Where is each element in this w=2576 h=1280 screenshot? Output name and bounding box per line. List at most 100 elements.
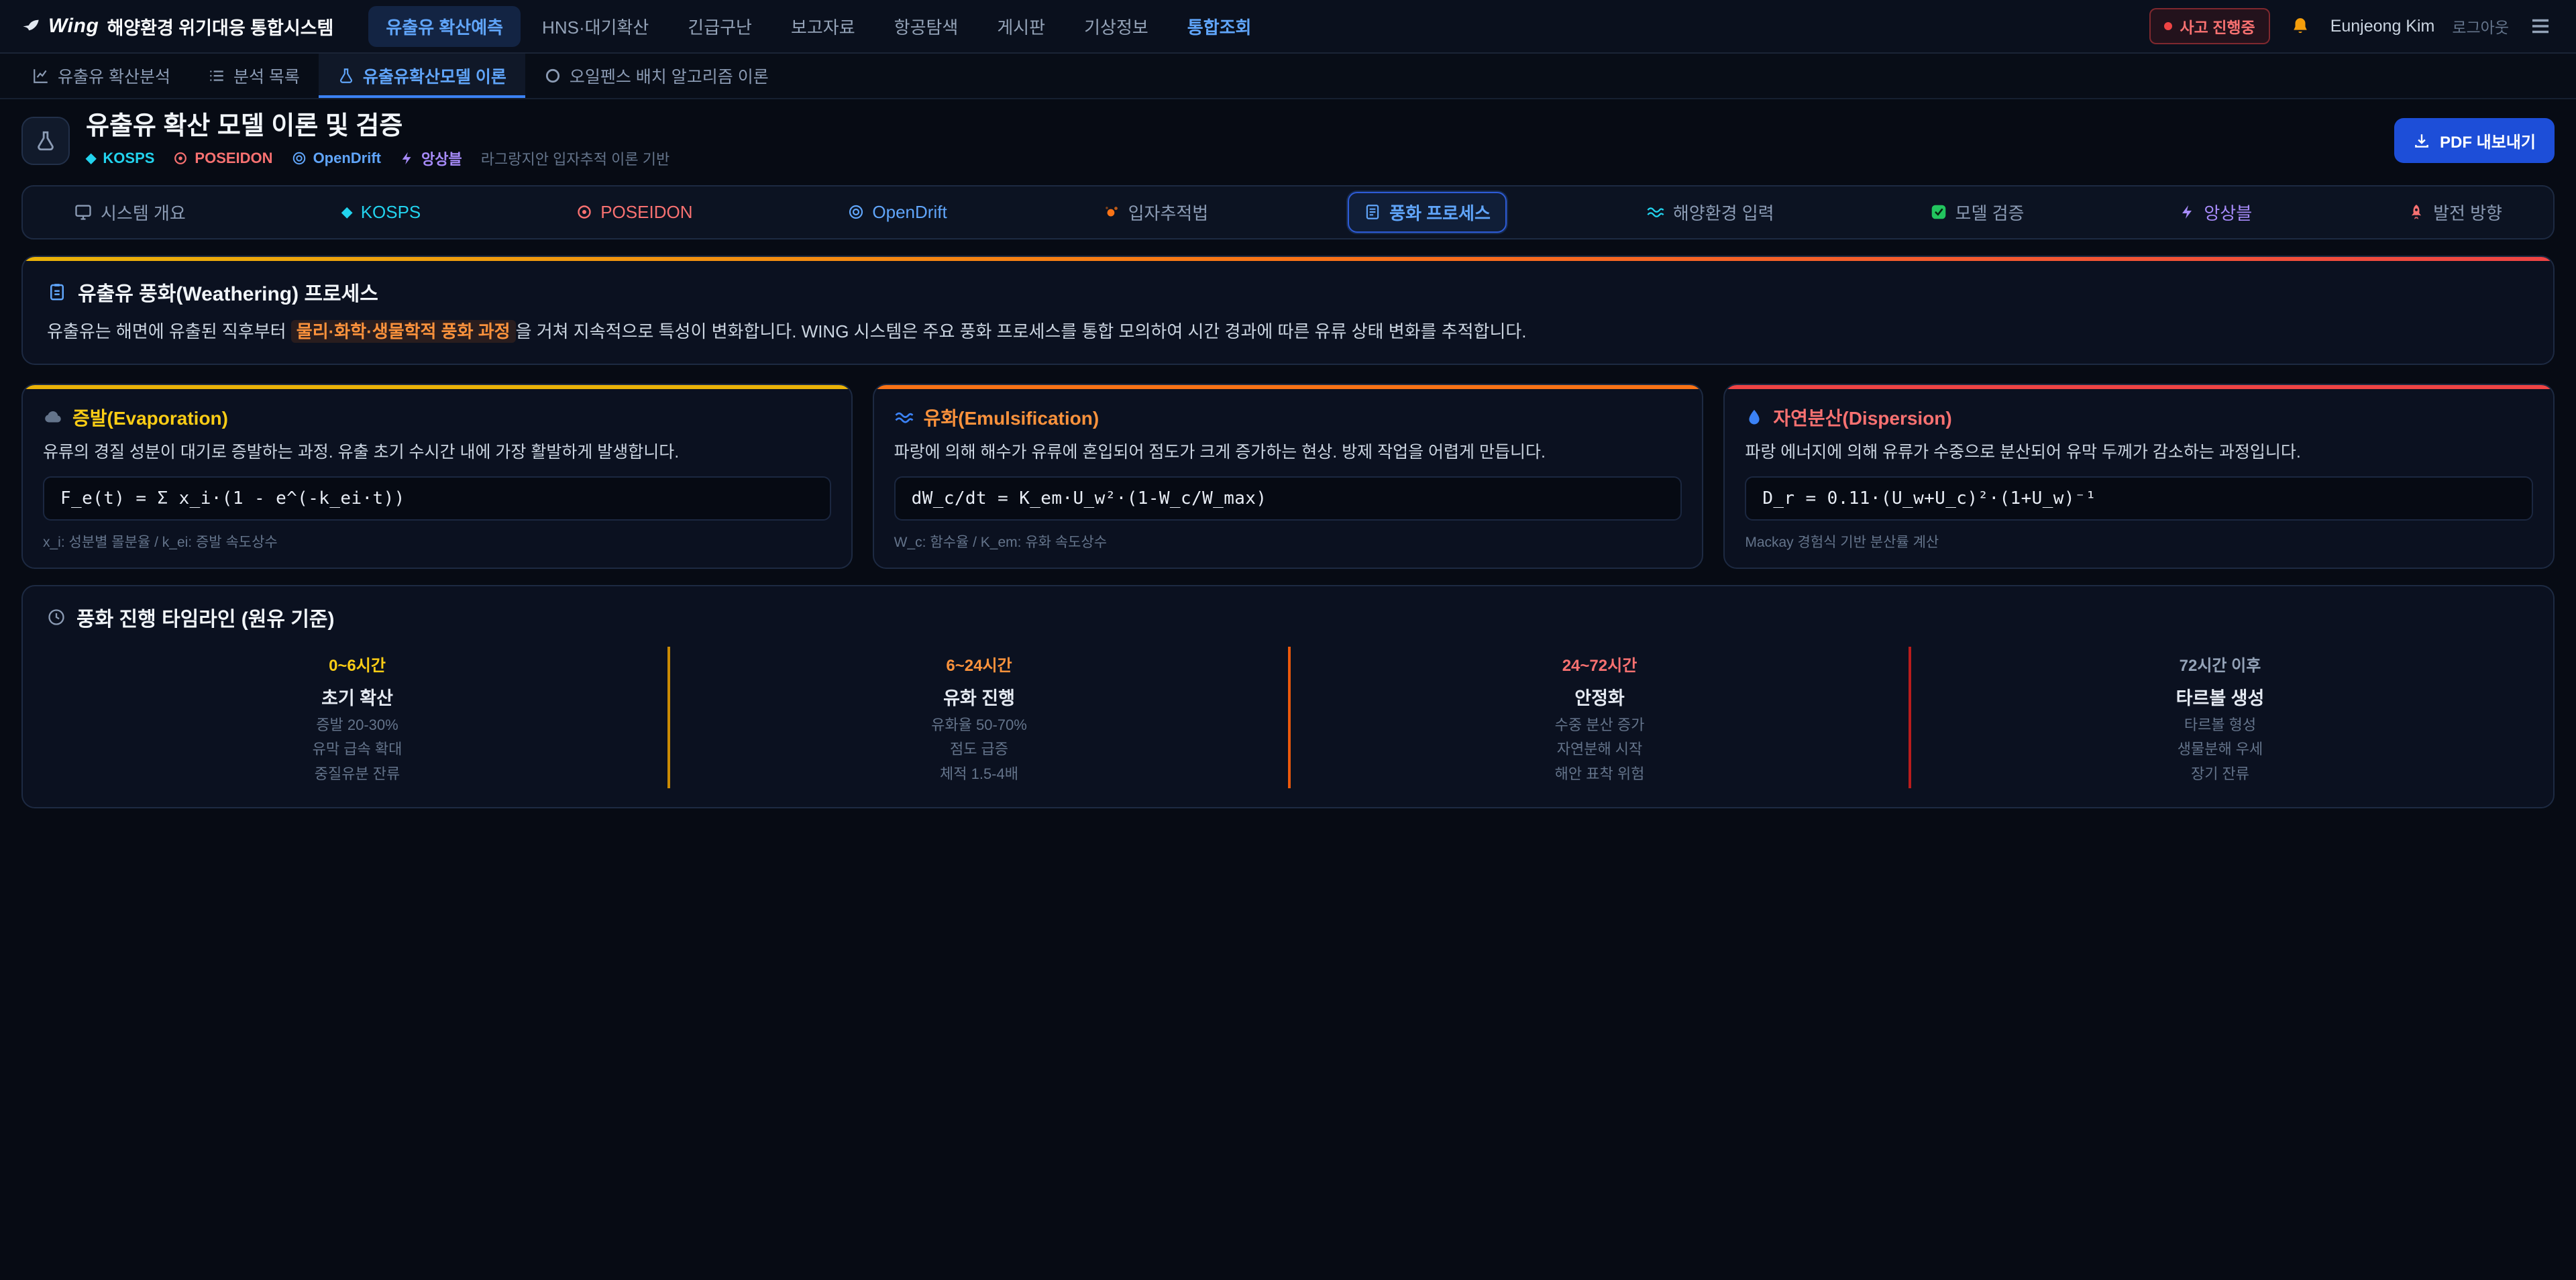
- badge-opendrift: OpenDrift: [292, 150, 381, 167]
- section-tab-model-validation[interactable]: 모델 검증: [1914, 192, 2041, 233]
- pdf-button-label: PDF 내보내기: [2440, 129, 2536, 152]
- incident-status-label: 사고 진행중: [2180, 15, 2255, 38]
- app-logo[interactable]: Wing 해양환경 위기대응 통합시스템: [21, 13, 333, 40]
- nav-item-aerial-search[interactable]: 항공탐색: [877, 6, 976, 47]
- evaporation-formula: F_e(t) = Σ x_i·(1 - e^(-k_ei·t)): [43, 476, 831, 521]
- formula-caption: W_c: 함수율 / K_em: 유화 속도상수: [894, 531, 1682, 551]
- tab-label: 유출유확산모델 이론: [363, 64, 506, 88]
- section-tab-label: OpenDrift: [872, 202, 947, 223]
- badge-poseidon: POSEIDON: [173, 150, 272, 167]
- section-tab-label: 입자추적법: [1128, 200, 1209, 225]
- diamond-icon: ◆: [86, 152, 96, 165]
- nav-item-reports[interactable]: 보고자료: [773, 6, 873, 47]
- phase-detail: 증발 20-30%: [58, 716, 657, 734]
- formula-caption: Mackay 경험식 기반 분산률 계산: [1745, 531, 2533, 551]
- page-title-block: 유출유 확산 모델 이론 및 검증 ◆ KOSPS POSEIDON OpenD…: [86, 113, 669, 169]
- flask-icon: [337, 67, 355, 85]
- status-dot-icon: [2164, 22, 2172, 30]
- weathering-section: 유출유 풍화(Weathering) 프로세스 유출유는 해면에 유출된 직후부…: [21, 256, 2555, 365]
- weathering-title: 유출유 풍화(Weathering) 프로세스: [78, 277, 378, 307]
- section-tab-label: 풍화 프로세스: [1389, 200, 1491, 225]
- tab-label: 유출유 확산분석: [58, 64, 170, 88]
- nav-item-weather-info[interactable]: 기상정보: [1067, 6, 1166, 47]
- section-tab-weathering-process[interactable]: 풍화 프로세스: [1348, 192, 1507, 233]
- nav-item-board[interactable]: 게시판: [979, 6, 1063, 47]
- section-tab-label: 시스템 개요: [101, 200, 186, 225]
- check-icon: [1930, 203, 1947, 221]
- nav-item-oil-spill-prediction[interactable]: 유출유 확산예측: [368, 6, 521, 47]
- phase-detail: 유화율 50-70%: [681, 716, 1277, 734]
- phase-stage: 초기 확산: [58, 684, 657, 710]
- card-title: 유화(Emulsification): [924, 404, 1099, 431]
- section-tab-future-direction[interactable]: 발전 방향: [2392, 192, 2518, 233]
- section-tab-ensemble[interactable]: 앙상블: [2163, 192, 2268, 233]
- section-tab-label: POSEIDON: [600, 202, 692, 223]
- desc-highlight: 물리·화학·생물학적 풍화 과정: [291, 320, 516, 343]
- section-tab-particle-tracking[interactable]: 입자추적법: [1087, 192, 1225, 233]
- timeline-phase-initial-spread: 0~6시간 초기 확산 증발 20-30% 유막 급속 확대 중질유분 잔류: [47, 647, 667, 788]
- phase-stage: 타르볼 생성: [1922, 684, 2518, 710]
- notifications-button[interactable]: [2288, 13, 2313, 39]
- timeline-phase-tarball: 72시간 이후 타르볼 생성 타르볼 형성 생물분해 우세 장기 잔류: [1909, 647, 2529, 788]
- card-title: 자연분산(Dispersion): [1773, 404, 1951, 431]
- phase-period: 72시간 이후: [1922, 652, 2518, 676]
- process-card-emulsification: 유화(Emulsification) 파랑에 의해 해수가 유류에 혼입되어 점…: [873, 384, 1704, 569]
- section-tab-kosps[interactable]: ◆ KOSPS: [325, 194, 437, 231]
- timeline-phase-stabilization: 24~72시간 안정화 수중 분산 증가 자연분해 시작 해안 표착 위험: [1288, 647, 1909, 788]
- logo-text: Wing: [48, 15, 99, 38]
- phase-detail: 장기 잔류: [1922, 765, 2518, 783]
- tab-spill-analysis[interactable]: 유출유 확산분석: [13, 54, 189, 98]
- download-icon: [2413, 132, 2430, 150]
- card-description: 파랑에 의해 해수가 유류에 혼입되어 점도가 크게 증가하는 현상. 방제 작…: [894, 440, 1682, 464]
- particle-icon: [1103, 203, 1120, 221]
- target-icon: [173, 151, 188, 166]
- section-tab-poseidon[interactable]: POSEIDON: [560, 194, 708, 231]
- main-nav: 유출유 확산예측 HNS·대기확산 긴급구난 보고자료 항공탐색 게시판 기상정…: [368, 6, 1269, 47]
- flask-icon: [34, 129, 57, 152]
- logout-button[interactable]: 로그아웃: [2452, 15, 2509, 38]
- phase-detail: 수중 분산 증가: [1301, 716, 1898, 734]
- phase-detail: 체적 1.5-4배: [681, 765, 1277, 783]
- droplet-icon: [1745, 408, 1764, 427]
- double-circle-icon: [292, 151, 307, 166]
- pdf-export-button[interactable]: PDF 내보내기: [2394, 118, 2555, 163]
- section-tab-bar: 시스템 개요 ◆ KOSPS POSEIDON OpenDrift 입자추적법 …: [21, 185, 2555, 239]
- tab-label: 오일펜스 배치 알고리즘 이론: [570, 64, 769, 88]
- page-header: 유출유 확산 모델 이론 및 검증 ◆ KOSPS POSEIDON OpenD…: [21, 113, 2555, 169]
- tab-diffusion-model-theory[interactable]: 유출유확산모델 이론: [319, 54, 525, 98]
- tab-analysis-list[interactable]: 분석 목록: [189, 54, 319, 98]
- document-icon: [1364, 203, 1381, 221]
- section-tab-ocean-environment-input[interactable]: 해양환경 입력: [1630, 192, 1790, 233]
- section-tab-label: 해양환경 입력: [1673, 200, 1774, 225]
- desc-text: 유출유는 해면에 유출된 직후부터: [47, 321, 291, 341]
- section-tab-label: KOSPS: [361, 202, 421, 223]
- timeline-title: 풍화 진행 타임라인 (원유 기준): [76, 602, 335, 632]
- chart-icon: [32, 67, 50, 85]
- section-tab-label: 앙상블: [2204, 200, 2252, 225]
- desc-text: 을 거쳐 지속적으로 특성이 변화합니다. WING 시스템은 주요 풍화 프로…: [516, 321, 1527, 341]
- menu-button[interactable]: [2526, 12, 2555, 40]
- app-title: 해양환경 위기대응 통합시스템: [107, 13, 333, 40]
- incident-status-badge[interactable]: 사고 진행중: [2149, 8, 2270, 44]
- page-content: 유출유 확산 모델 이론 및 검증 ◆ KOSPS POSEIDON OpenD…: [0, 99, 2576, 841]
- nav-item-emergency-rescue[interactable]: 긴급구난: [670, 6, 769, 47]
- phase-period: 0~6시간: [58, 652, 657, 676]
- formula-caption: x_i: 성분별 몰분율 / k_ei: 증발 속도상수: [43, 531, 831, 551]
- nav-item-integrated-search[interactable]: 통합조회: [1170, 6, 1269, 47]
- phase-period: 24~72시간: [1301, 652, 1898, 676]
- section-tab-opendrift[interactable]: OpenDrift: [832, 194, 963, 231]
- tab-oil-fence-theory[interactable]: 오일펜스 배치 알고리즘 이론: [525, 54, 788, 98]
- process-card-dispersion: 자연분산(Dispersion) 파랑 에너지에 의해 유류가 수중으로 분산되…: [1723, 384, 2555, 569]
- tab-label: 분석 목록: [233, 64, 300, 88]
- target-icon: [576, 204, 592, 220]
- phase-detail: 해안 표착 위험: [1301, 765, 1898, 783]
- rocket-icon: [2408, 203, 2425, 221]
- phase-detail: 타르볼 형성: [1922, 716, 2518, 734]
- card-description: 유류의 경질 성분이 대기로 증발하는 과정. 유출 초기 수시간 내에 가장 …: [43, 440, 831, 464]
- card-description: 파랑 에너지에 의해 유류가 수중으로 분산되어 유막 두께가 감소하는 과정입…: [1745, 440, 2533, 464]
- user-name: Eunjeong Kim: [2330, 17, 2435, 36]
- bolt-icon: [2180, 204, 2196, 220]
- nav-item-hns-atmospheric[interactable]: HNS·대기확산: [525, 6, 666, 47]
- hamburger-icon: [2529, 15, 2552, 38]
- section-tab-system-overview[interactable]: 시스템 개요: [58, 192, 202, 233]
